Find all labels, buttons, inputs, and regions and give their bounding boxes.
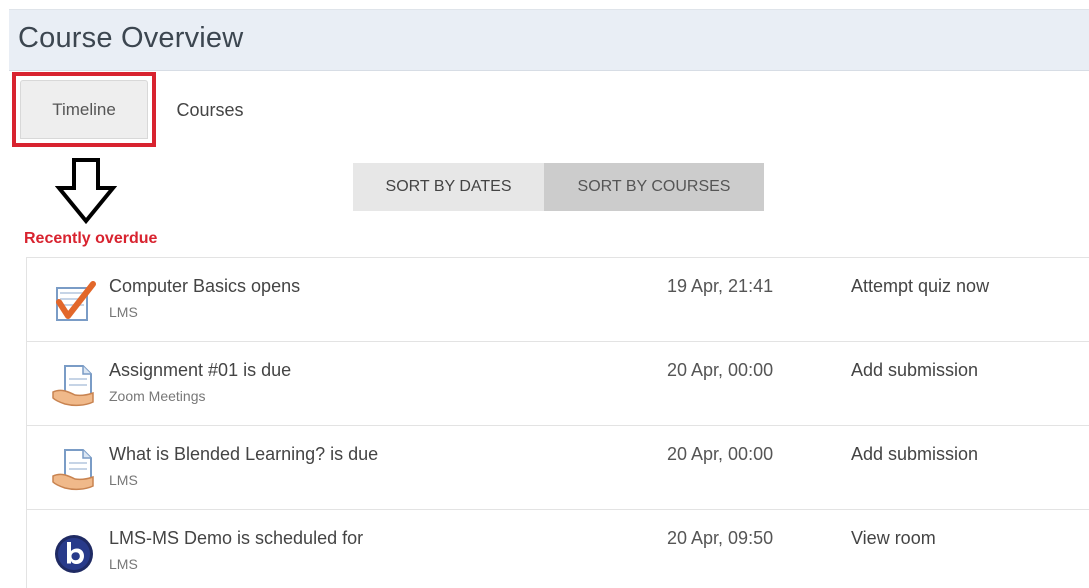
- event-action-link[interactable]: Attempt quiz now: [851, 276, 989, 297]
- tab-timeline[interactable]: Timeline: [20, 80, 148, 139]
- event-title[interactable]: What is Blended Learning? is due: [109, 444, 378, 465]
- section-label-recently-overdue: Recently overdue: [24, 230, 158, 247]
- assignment-icon: [52, 365, 94, 407]
- block-header: Course Overview: [9, 9, 1089, 71]
- event-list: Computer Basics opens LMS 19 Apr, 21:41 …: [26, 257, 1089, 588]
- event-row[interactable]: What is Blended Learning? is due LMS 20 …: [27, 426, 1089, 510]
- event-row[interactable]: Computer Basics opens LMS 19 Apr, 21:41 …: [27, 258, 1089, 342]
- event-course: LMS: [109, 472, 138, 488]
- sort-by-dates-button[interactable]: SORT BY DATES: [353, 163, 544, 211]
- event-action-link[interactable]: Add submission: [851, 360, 978, 381]
- page-frame-left: [0, 0, 9, 588]
- tab-courses[interactable]: Courses: [160, 90, 260, 130]
- event-date: 20 Apr, 09:50: [667, 528, 774, 548]
- down-arrow-icon: [55, 158, 117, 225]
- quiz-icon: [56, 281, 96, 321]
- event-course: Zoom Meetings: [109, 388, 206, 404]
- sort-button-group: SORT BY DATES SORT BY COURSES: [353, 163, 764, 211]
- event-action-link[interactable]: Add submission: [851, 444, 978, 465]
- event-title[interactable]: LMS-MS Demo is scheduled for: [109, 528, 363, 549]
- event-row[interactable]: LMS-MS Demo is scheduled for LMS 20 Apr,…: [27, 510, 1089, 588]
- bigbluebutton-icon: [55, 535, 93, 573]
- event-action-link[interactable]: View room: [851, 528, 936, 549]
- event-date: 20 Apr, 00:00: [667, 360, 774, 380]
- page-title: Course Overview: [18, 22, 244, 54]
- event-course: LMS: [109, 556, 138, 572]
- page-frame-top: [0, 0, 1089, 9]
- event-row[interactable]: Assignment #01 is due Zoom Meetings 20 A…: [27, 342, 1089, 426]
- assignment-icon: [52, 449, 94, 491]
- event-date: 19 Apr, 21:41: [667, 276, 774, 296]
- event-title[interactable]: Assignment #01 is due: [109, 360, 291, 381]
- event-course: LMS: [109, 304, 138, 320]
- event-date: 20 Apr, 00:00: [667, 444, 774, 464]
- event-title[interactable]: Computer Basics opens: [109, 276, 300, 297]
- sort-by-courses-button[interactable]: SORT BY COURSES: [544, 163, 764, 211]
